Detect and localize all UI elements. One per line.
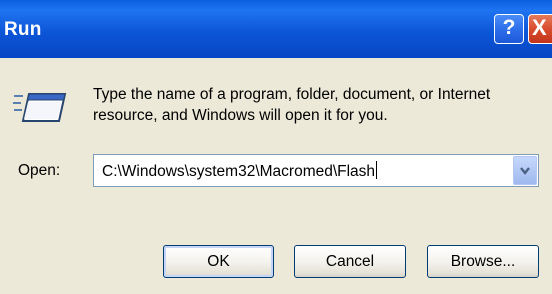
dropdown-button[interactable]: [513, 156, 537, 185]
browse-button[interactable]: Browse...: [427, 245, 539, 278]
title-bar[interactable]: Run ? X: [0, 0, 552, 58]
open-combobox[interactable]: C:\Windows\system32\Macromed\Flash: [93, 154, 539, 187]
run-dialog: Run ? X Type the name of a program, fold…: [0, 0, 552, 294]
open-input[interactable]: C:\Windows\system32\Macromed\Flash: [102, 161, 378, 181]
open-input-value: C:\Windows\system32\Macromed\Flash: [102, 163, 376, 180]
help-icon: ?: [502, 16, 516, 39]
chevron-down-icon: [520, 167, 530, 175]
text-caret: [376, 161, 378, 179]
close-button[interactable]: X: [528, 14, 552, 44]
cancel-button[interactable]: Cancel: [294, 245, 406, 278]
window-title: Run: [4, 19, 42, 40]
dialog-description: Type the name of a program, folder, docu…: [93, 86, 491, 124]
ok-button[interactable]: OK: [163, 245, 274, 278]
help-button[interactable]: ?: [494, 14, 524, 44]
close-icon: X: [532, 15, 547, 40]
run-window-icon: [13, 93, 67, 122]
open-label: Open:: [18, 162, 61, 179]
